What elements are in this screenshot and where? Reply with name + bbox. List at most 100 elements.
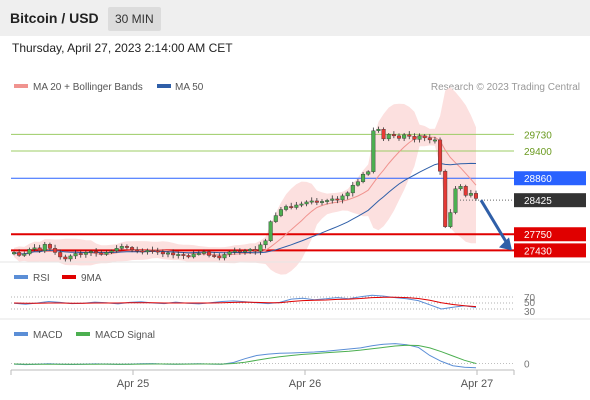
candle-body xyxy=(299,203,304,206)
level-labels: 29730 29400 28860 28425 27750 27430 xyxy=(514,130,586,258)
candle-body xyxy=(124,246,129,248)
candle-body xyxy=(227,251,232,255)
candle-body xyxy=(242,250,247,253)
legend-label-rsi: RSI xyxy=(33,273,50,284)
chart-widget: Bitcoin / USD 30 MIN Thursday, April 27,… xyxy=(0,0,590,400)
candle-body xyxy=(196,253,201,255)
resistance-label: 29730 xyxy=(524,130,552,141)
candle-body xyxy=(448,212,453,227)
legend-swatch-ma20 xyxy=(14,84,28,88)
candle-body xyxy=(304,201,309,205)
candle-body xyxy=(263,240,268,246)
candle-body xyxy=(422,135,427,139)
candle-body xyxy=(109,250,114,253)
candle-body xyxy=(191,253,196,258)
candle-body xyxy=(278,209,283,216)
candle-body xyxy=(397,135,402,139)
candle-body xyxy=(366,171,371,175)
rsi-legend: RSI 9MA xyxy=(14,273,102,284)
candle-body xyxy=(284,206,289,210)
candle-body xyxy=(320,201,325,203)
candle-body xyxy=(201,251,206,254)
candle-body xyxy=(355,181,360,186)
rsi-tick-label: 30 xyxy=(524,307,536,318)
candle-body xyxy=(309,200,314,203)
macd-signal-line xyxy=(13,344,477,365)
candle-body xyxy=(381,129,386,140)
candle-body xyxy=(468,193,473,196)
candle-body xyxy=(212,255,217,257)
candle-body xyxy=(438,139,443,172)
legend-label-ma20: MA 20 + Bollinger Bands xyxy=(33,82,143,93)
candle-body xyxy=(273,215,278,222)
candle-body xyxy=(217,255,222,259)
current-price-label: 28425 xyxy=(524,196,552,207)
legend-label-macd-signal: MACD Signal xyxy=(95,330,155,341)
candle-body xyxy=(73,253,78,257)
candle-body xyxy=(386,134,391,140)
candle-body xyxy=(17,252,22,256)
candle-body xyxy=(160,251,165,255)
legend-swatch-macd-signal xyxy=(76,332,90,336)
candle-body xyxy=(232,250,237,253)
candle-body xyxy=(155,250,160,253)
candle-body xyxy=(99,252,104,255)
macd-panel: 0 xyxy=(11,343,530,371)
candle-body xyxy=(417,135,422,140)
candle-body xyxy=(407,134,412,137)
forecast-arrow-shaft xyxy=(479,199,509,245)
candle-body xyxy=(78,253,83,255)
legend-swatch-macd xyxy=(14,332,28,336)
candle-body xyxy=(181,254,186,256)
candle-body xyxy=(432,139,437,142)
candle-body xyxy=(402,134,407,139)
candle-body xyxy=(207,251,212,256)
candle-body xyxy=(371,130,376,172)
candle-body xyxy=(135,249,140,252)
pivot-label: 28860 xyxy=(524,174,552,185)
legend-swatch-rsi xyxy=(14,275,28,279)
candle-body xyxy=(427,137,432,141)
candle-body xyxy=(140,250,145,253)
chart-canvas: MA 20 + Bollinger Bands MA 50 Research ©… xyxy=(0,82,590,390)
candle-body xyxy=(361,173,366,182)
candle-body xyxy=(412,136,417,140)
macd-legend: MACD MACD Signal xyxy=(14,330,155,341)
candle-body xyxy=(165,252,170,255)
candle-body xyxy=(58,252,63,258)
candle-body xyxy=(350,185,355,194)
candle-body xyxy=(186,255,191,258)
legend-label-rsi-ma: 9MA xyxy=(81,273,102,284)
time-tick-label: Apr 25 xyxy=(117,378,149,390)
candle-body xyxy=(289,206,294,208)
candle-body xyxy=(458,186,463,190)
candle-body xyxy=(345,192,350,197)
time-tick-label: Apr 26 xyxy=(289,378,321,390)
candle-body xyxy=(68,255,73,260)
candle-body xyxy=(88,251,93,253)
candle-body xyxy=(294,204,299,208)
time-tick-label: Apr 27 xyxy=(461,378,493,390)
bollinger-band xyxy=(14,87,476,275)
candle-body xyxy=(268,221,273,242)
candle-body xyxy=(443,170,448,227)
candle-body xyxy=(248,249,253,252)
candle-body xyxy=(222,254,227,259)
candle-body xyxy=(258,244,263,252)
legend-label-ma50: MA 50 xyxy=(175,82,204,93)
candle-body xyxy=(376,129,381,131)
candle-body xyxy=(53,248,58,253)
candle-body xyxy=(150,250,155,252)
bollinger-band-area xyxy=(14,87,476,275)
candle-body xyxy=(145,250,150,253)
candle-body xyxy=(114,248,119,252)
time-axis: Apr 25 Apr 26 Apr 27 xyxy=(10,369,515,390)
legend-swatch-ma50 xyxy=(157,84,171,88)
candle-body xyxy=(325,200,330,202)
support-label: 27430 xyxy=(524,246,552,257)
candle-body xyxy=(63,256,68,260)
main-legend: MA 20 + Bollinger Bands MA 50 Research ©… xyxy=(14,82,580,93)
candle-body xyxy=(237,250,242,253)
candle-body xyxy=(314,200,319,203)
candle-body xyxy=(453,188,458,213)
